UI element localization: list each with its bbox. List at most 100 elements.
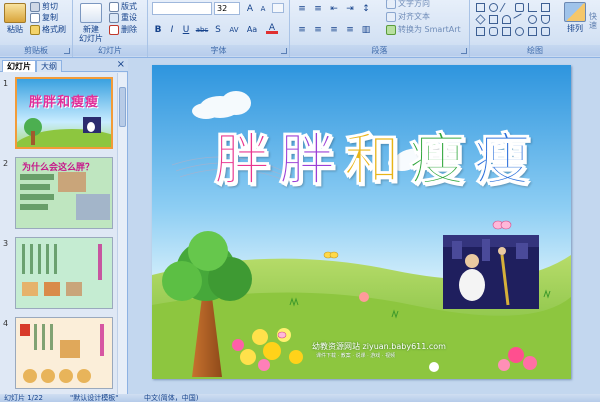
copy-button[interactable]: 复制 [30, 12, 58, 23]
tab-outline[interactable]: 大纲 [36, 60, 62, 72]
arc-shape-icon[interactable] [502, 15, 511, 24]
clipboard-icon [4, 3, 26, 23]
font-group-label: 字体 [148, 45, 289, 56]
font-dialog-launcher-icon[interactable] [281, 48, 287, 54]
paste-button[interactable]: 粘贴 [3, 3, 27, 34]
rectangle-shape-icon[interactable] [476, 3, 485, 12]
curve-shape-icon[interactable] [541, 15, 550, 24]
panel-tabs: 幻灯片 大纲 × [0, 59, 128, 72]
slide-counter: 幻灯片 1/22 [4, 394, 43, 402]
numbering-icon[interactable]: ≡ [312, 3, 324, 15]
cut-button[interactable]: 剪切 [30, 1, 58, 12]
heart-shape-icon[interactable] [541, 27, 550, 36]
strikethrough-button[interactable]: abc [194, 24, 210, 36]
triangle-shape-icon[interactable] [476, 27, 485, 36]
star-shape-icon[interactable] [489, 27, 498, 36]
brush-icon [30, 24, 40, 35]
slides-group-label: 幻灯片 [73, 45, 147, 56]
callout-shape-icon[interactable] [502, 27, 511, 36]
title-char: 瘦 [409, 127, 466, 193]
slide-thumbnail-4[interactable] [15, 317, 113, 389]
ribbon: 粘贴 剪切 复制 格式刷 剪贴板 新建 幻灯片 版式 重设 删除 幻灯片 32 … [0, 0, 600, 58]
title-char: 胖 [214, 127, 271, 193]
shrink-font-button[interactable]: A [257, 3, 269, 15]
line-spacing-icon[interactable]: ↕ [360, 3, 372, 15]
text-direction-button[interactable]: 文字方向 [386, 0, 430, 9]
slide-background [152, 65, 571, 379]
paragraph-dialog-launcher-icon[interactable] [461, 48, 467, 54]
new-slide-icon [80, 3, 102, 23]
line-shape-icon[interactable] [499, 3, 514, 12]
drawing-group: 排列 快速 绘图 [470, 0, 600, 57]
elbow-connector-icon[interactable] [528, 3, 537, 12]
slide-number: 1 [3, 79, 9, 88]
slide-thumbnail-3[interactable] [15, 237, 113, 309]
thumb-1-title: 胖胖和瘦瘦 [29, 95, 100, 110]
square-shape-icon[interactable] [489, 15, 498, 24]
quick-styles-button[interactable]: 快速 [586, 12, 600, 30]
underline-button[interactable]: U [180, 24, 192, 36]
align-left-icon[interactable]: ≡ [296, 24, 308, 36]
site-watermark: 幼教资源网站 ziyuan.baby611.com [312, 342, 446, 351]
slide-thumbnail-4-preview [16, 318, 112, 388]
reset-button[interactable]: 重设 [109, 12, 137, 23]
format-painter-button[interactable]: 格式刷 [30, 24, 66, 35]
slide-number: 2 [3, 159, 9, 168]
new-slide-button[interactable]: 新建 幻灯片 [77, 3, 105, 43]
text-shadow-button[interactable]: S [212, 24, 224, 36]
clipboard-group: 粘贴 剪切 复制 格式刷 剪贴板 [0, 0, 73, 57]
thumbnail-list: 1 胖胖和瘦瘦 2 为什么会这么胖？ 3 4 [0, 73, 118, 394]
bold-button[interactable]: B [152, 24, 164, 36]
grow-font-button[interactable]: A [244, 3, 256, 15]
drawing-group-label: 绘图 [470, 45, 600, 56]
bullets-icon[interactable]: ≡ [296, 3, 308, 15]
font-size-select[interactable]: 32 [214, 2, 240, 15]
slide-thumbnail-1[interactable]: 胖胖和瘦瘦 [15, 77, 113, 149]
panel-scrollbar[interactable] [117, 73, 127, 394]
align-text-button[interactable]: 对齐文本 [386, 11, 430, 22]
delete-icon [109, 24, 119, 35]
rounded-rect-shape-icon[interactable] [515, 3, 524, 12]
diamond-shape-icon[interactable] [475, 14, 486, 25]
tab-slides[interactable]: 幻灯片 [2, 60, 36, 72]
smiley-shape-icon[interactable] [515, 27, 524, 36]
delete-slide-button[interactable]: 删除 [109, 24, 137, 35]
slide-title[interactable]: 胖 胖 和 瘦 瘦 [214, 115, 531, 195]
align-right-icon[interactable]: ≡ [328, 24, 340, 36]
italic-button[interactable]: I [166, 24, 178, 36]
align-center-icon[interactable]: ≡ [312, 24, 324, 36]
textbox-shape-icon[interactable] [541, 3, 550, 12]
justify-icon[interactable]: ≡ [344, 24, 356, 36]
character-spacing-button[interactable]: AV [226, 24, 242, 36]
increase-indent-icon[interactable]: ⇥ [344, 3, 356, 15]
circle-shape-icon[interactable] [528, 15, 537, 24]
change-case-button[interactable]: Aa [244, 24, 260, 36]
font-color-button[interactable]: A [266, 22, 278, 34]
slides-group: 新建 幻灯片 版式 重设 删除 幻灯片 [73, 0, 148, 57]
slide-canvas[interactable]: 胖 胖 和 瘦 瘦 幼教资源网站 ziyuan.baby611.com 课件下载… [152, 65, 571, 379]
clear-format-icon[interactable] [272, 3, 284, 13]
smartart-icon [386, 24, 396, 35]
columns-icon[interactable]: ▥ [360, 24, 372, 36]
reset-icon [109, 12, 119, 23]
convert-smartart-button[interactable]: 转换为 SmartArt [386, 24, 461, 35]
slide-thumbnail-2[interactable]: 为什么会这么胖？ [15, 157, 113, 229]
clipboard-group-label: 剪贴板 [0, 45, 72, 56]
close-panel-icon[interactable]: × [117, 59, 125, 71]
text-direction-icon [386, 0, 396, 9]
align-text-icon [386, 11, 396, 22]
slide-editing-area: 胖 胖 和 瘦 瘦 幼教资源网站 ziyuan.baby611.com 课件下载… [129, 59, 600, 394]
brace-shape-icon[interactable] [528, 27, 537, 36]
dialog-launcher-icon[interactable] [64, 48, 70, 54]
copy-icon [30, 12, 40, 23]
layout-button[interactable]: 版式 [109, 1, 137, 12]
arrow-shape-icon[interactable] [513, 13, 526, 26]
title-char: 和 [344, 127, 401, 193]
font-name-select[interactable] [152, 2, 212, 15]
oval-shape-icon[interactable] [489, 3, 498, 12]
arrange-button[interactable]: 排列 [564, 2, 586, 33]
status-bar: 幻灯片 1/22 "默认设计模板" 中文(简体，中国) [0, 394, 600, 402]
title-char: 瘦 [474, 127, 531, 193]
scrollbar-thumb[interactable] [119, 87, 126, 127]
decrease-indent-icon[interactable]: ⇤ [328, 3, 340, 15]
